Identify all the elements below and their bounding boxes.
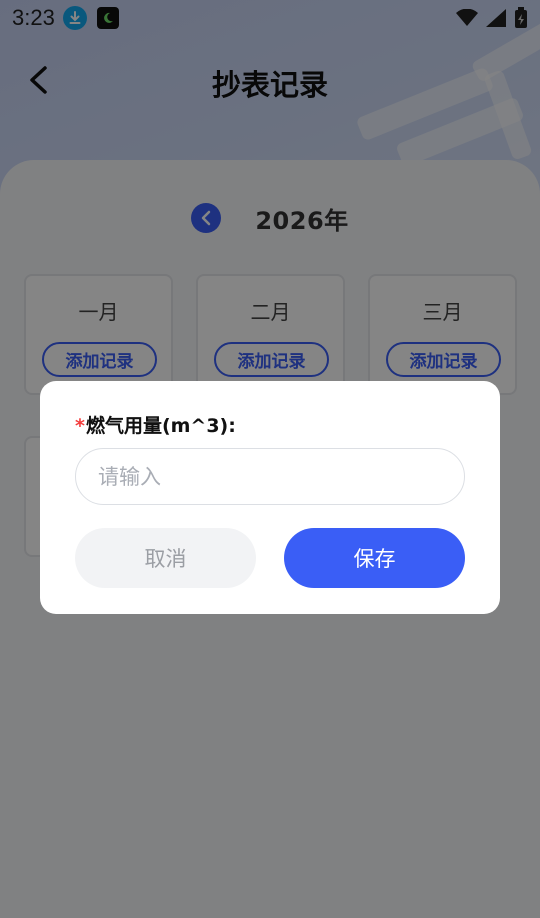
- field-label-text: 燃气用量(m^3):: [85, 415, 236, 437]
- cancel-button[interactable]: 取消: [75, 528, 256, 588]
- save-button[interactable]: 保存: [284, 528, 465, 588]
- required-mark: *: [75, 415, 85, 437]
- gas-usage-input[interactable]: [75, 448, 465, 505]
- gas-usage-dialog: *燃气用量(m^3): 取消 保存: [40, 381, 500, 614]
- field-label: *燃气用量(m^3):: [75, 411, 236, 438]
